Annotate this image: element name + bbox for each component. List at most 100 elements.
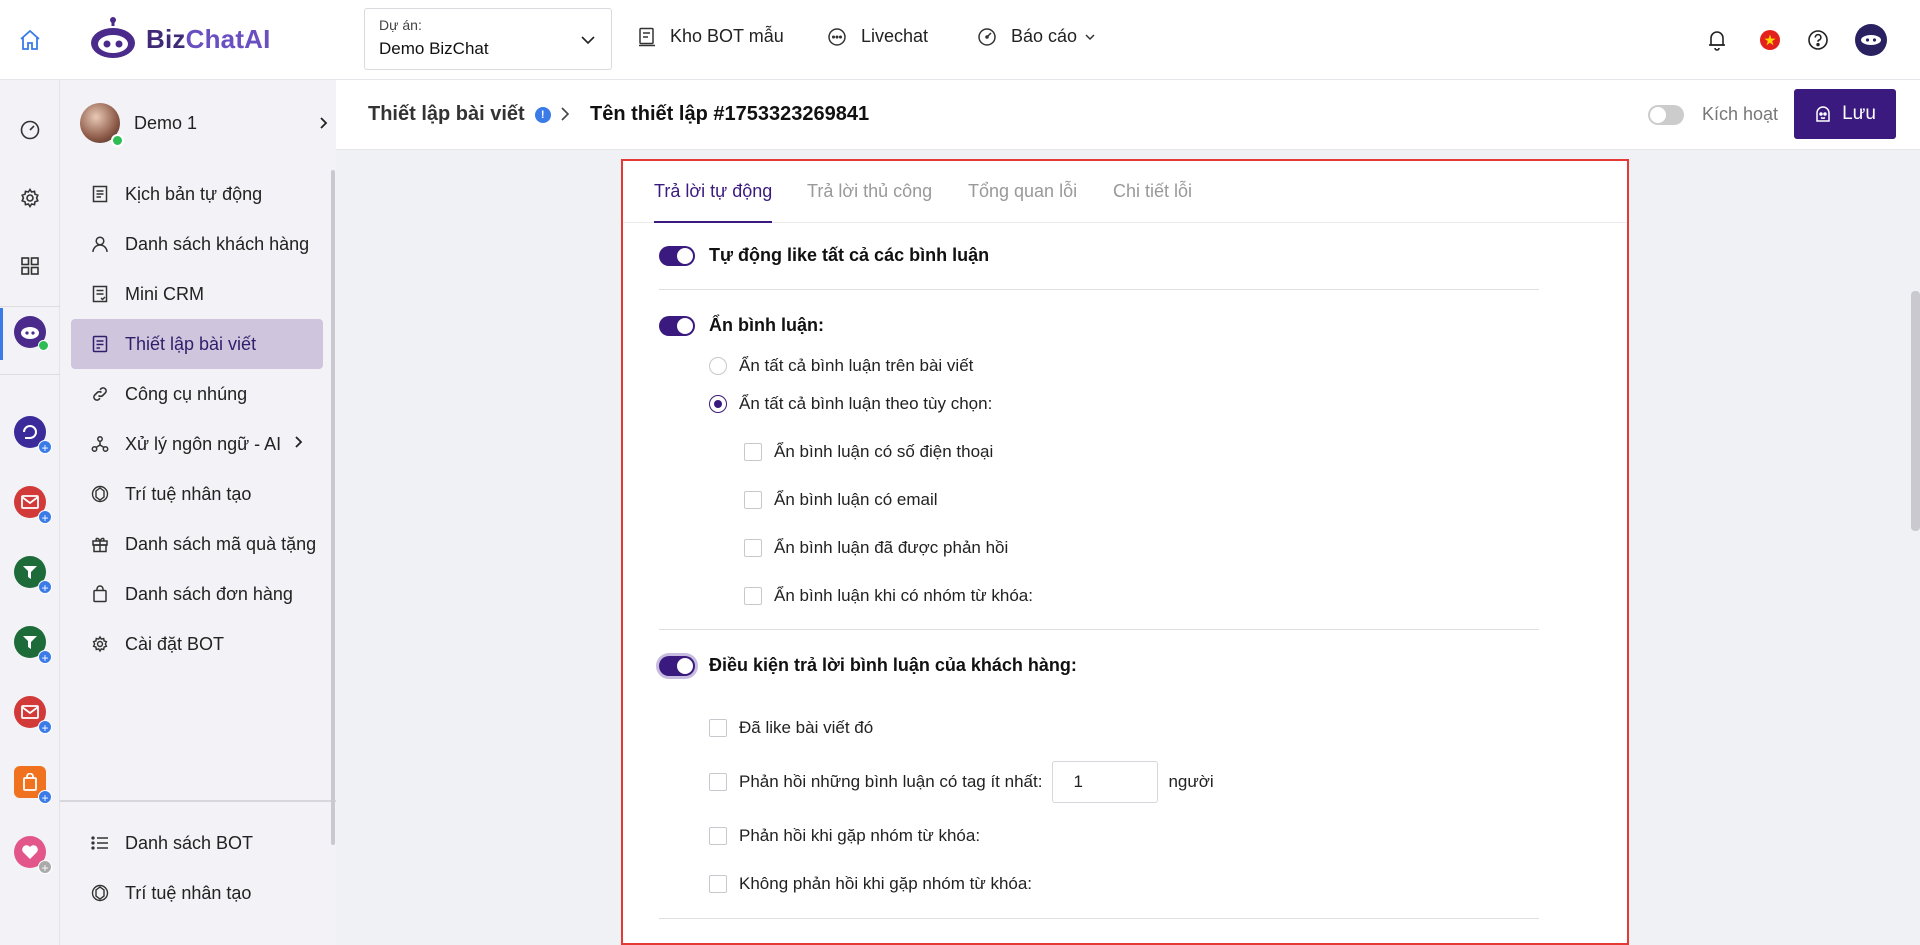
hide-comments-switch[interactable] (659, 315, 695, 336)
menu-item-bot-list[interactable]: Danh sách BOT (71, 818, 323, 868)
checkbox-reply-keyword[interactable]: Phản hồi khi gặp nhóm từ khóa: (709, 826, 980, 846)
rail-app-bizchat[interactable] (14, 316, 49, 351)
add-app-icon[interactable]: + (38, 720, 52, 735)
tab-manual-reply[interactable]: Trả lời thủ công (807, 181, 932, 223)
checkbox-hide-keyword[interactable]: Ẩn bình luận khi có nhóm từ khóa: (744, 586, 1033, 606)
tab-error-overview[interactable]: Tổng quan lỗi (968, 181, 1077, 223)
language-button[interactable] (1756, 26, 1784, 54)
tab-error-detail[interactable]: Chi tiết lỗi (1113, 181, 1192, 223)
menu-item-customers[interactable]: Danh sách khách hàng (71, 219, 323, 269)
menu-item-ai-bottom[interactable]: Trí tuệ nhân tạo (71, 868, 323, 918)
help-button[interactable] (1804, 26, 1832, 54)
chevron-right-icon (295, 436, 303, 448)
user-profile[interactable]: Demo 1 (80, 94, 330, 152)
checkbox[interactable] (709, 719, 727, 737)
divider (659, 918, 1539, 919)
checkbox-liked-post[interactable]: Đã like bài viết đó (709, 718, 873, 738)
menu-scrollbar[interactable] (331, 170, 335, 845)
menu-item-embed-tools[interactable]: Công cụ nhúng (71, 369, 323, 419)
reply-conditions-switch[interactable] (659, 655, 695, 676)
brand-logo[interactable]: BizChatAI (88, 16, 271, 62)
menu-item-post-settings[interactable]: Thiết lập bài viết (71, 319, 323, 369)
checkbox-label: Phản hồi khi gặp nhóm từ khóa: (739, 826, 981, 845)
checkbox-hide-replied[interactable]: Ẩn bình luận đã được phản hồi (744, 538, 1008, 558)
checkbox[interactable] (744, 491, 762, 509)
activate-toggle[interactable]: Kích hoạt (1648, 104, 1778, 125)
info-icon[interactable]: ! (534, 106, 551, 123)
checkbox-no-reply-keyword[interactable]: Không phản hồi khi gặp nhóm từ khóa: (709, 874, 1032, 894)
checkbox[interactable] (709, 827, 727, 845)
menu-item-nlp-ai[interactable]: Xử lý ngôn ngữ - AI (71, 419, 323, 469)
checkbox-label: Không phản hồi khi gặp nhóm từ khóa: (739, 874, 1033, 893)
checkbox-hide-email[interactable]: Ẩn bình luận có email (744, 490, 938, 510)
min-tags-input[interactable] (1052, 761, 1159, 803)
radio-hide-custom-label: Ẩn tất cả bình luận theo tùy chọn: (739, 394, 993, 413)
radio-button[interactable] (709, 357, 727, 375)
gauge-icon (978, 27, 996, 46)
main-content: Trả lời tự động Trả lời thủ công Tổng qu… (336, 151, 1920, 945)
menu-item-bot-settings[interactable]: Cài đặt BOT (71, 619, 323, 669)
menu-divider (60, 800, 336, 802)
rail-apps[interactable] (12, 248, 48, 284)
menu-item-script[interactable]: Kịch bản tự động (71, 169, 323, 219)
auto-like-label: Tự động like tất cả các bình luận (709, 245, 990, 265)
checkbox[interactable] (709, 773, 727, 791)
checkbox[interactable] (744, 587, 762, 605)
checkbox-label: Ẩn bình luận có số điện thoại (774, 442, 994, 461)
nav-bot-store[interactable]: Kho BOT mẫu (638, 26, 784, 47)
menu-item-orders[interactable]: Danh sách đơn hàng (71, 569, 323, 619)
menu-item-label: Kịch bản tự động (125, 183, 263, 204)
menu-item-label: Công cụ nhúng (125, 383, 248, 404)
activate-label: Kích hoạt (1702, 104, 1779, 124)
nav-livechat[interactable]: Livechat (827, 26, 928, 47)
gauge-icon (20, 120, 40, 140)
bell-icon (1709, 31, 1725, 51)
menu-item-ai[interactable]: Trí tuệ nhân tạo (71, 469, 323, 519)
breadcrumb-parent[interactable]: Thiết lập bài viết ! (368, 103, 551, 126)
tab-auto-reply[interactable]: Trả lời tự động (654, 181, 773, 223)
breadcrumb-parent-label: Thiết lập bài viết (368, 103, 525, 125)
menu-item-label: Danh sách mã quà tặng (125, 533, 317, 554)
checkbox[interactable] (744, 443, 762, 461)
notification-button[interactable] (1703, 26, 1731, 54)
project-select[interactable]: Dự án: Demo BizChat (364, 8, 612, 70)
add-app-icon[interactable]: + (38, 440, 52, 455)
script-icon (92, 185, 108, 203)
settings-panel: Trả lời tự động Trả lời thủ công Tổng qu… (621, 159, 1629, 945)
checkbox-hide-phone[interactable]: Ẩn bình luận có số điện thoại (744, 442, 993, 462)
auto-like-switch[interactable] (659, 245, 695, 266)
profile-button[interactable] (1855, 24, 1887, 56)
menu-item-mini-crm[interactable]: Mini CRM (71, 269, 323, 319)
add-app-icon[interactable]: + (38, 580, 52, 595)
add-app-icon[interactable]: + (38, 510, 52, 525)
gift-icon (92, 537, 108, 553)
add-app-icon[interactable]: + (38, 860, 52, 875)
add-app-icon[interactable]: + (38, 650, 52, 665)
nav-report[interactable]: Báo cáo (977, 26, 1097, 47)
icon-rail: + + + + + + + (0, 80, 60, 945)
checkbox-label: Ẩn bình luận có email (774, 490, 938, 509)
checkbox[interactable] (744, 539, 762, 557)
nav-livechat-label: Livechat (861, 26, 929, 46)
side-menu: Demo 1 Kịch bản tự động Danh sách khách … (60, 80, 336, 945)
save-button[interactable]: Lưu (1794, 89, 1896, 139)
activate-switch[interactable] (1648, 104, 1684, 125)
user-icon (92, 236, 108, 253)
add-app-icon[interactable]: + (38, 790, 52, 805)
brand-name: BizChatAI (146, 23, 271, 54)
app-t-icon (23, 636, 37, 649)
rail-dashboard[interactable] (12, 112, 48, 148)
menu-item-label: Danh sách khách hàng (125, 233, 310, 254)
bag-icon (93, 585, 107, 603)
rail-settings[interactable] (12, 180, 48, 216)
radio-button[interactable] (709, 395, 727, 413)
radio-hide-all[interactable]: Ẩn tất cả bình luận trên bài viết (709, 356, 973, 376)
radio-hide-custom[interactable]: Ẩn tất cả bình luận theo tùy chọn: (709, 394, 992, 414)
menu-item-gift-codes[interactable]: Danh sách mã quà tặng (71, 519, 323, 569)
checkbox[interactable] (709, 875, 727, 893)
post-icon (92, 335, 108, 353)
home-button[interactable] (0, 0, 60, 80)
checkbox-min-tags[interactable]: Phản hồi những bình luận có tag ít nhất:… (709, 761, 1214, 803)
reply-conditions-row: Điều kiện trả lời bình luận của khách hà… (659, 655, 1077, 676)
content-scrollbar[interactable] (1911, 291, 1920, 531)
